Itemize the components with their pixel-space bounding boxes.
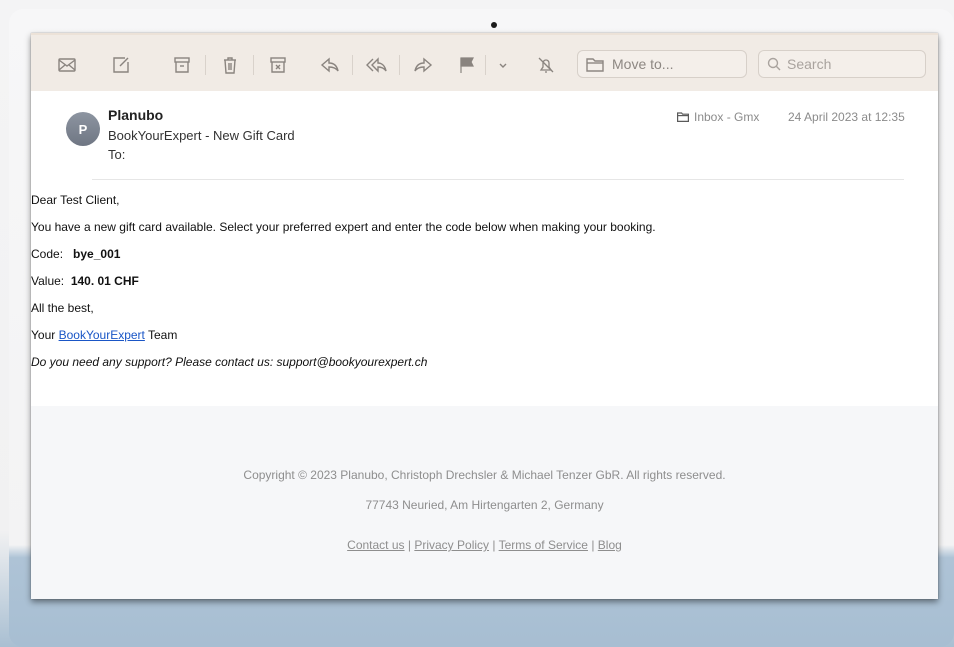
toolbar-separator [205,55,206,75]
brand-link[interactable]: BookYourExpert [59,328,145,342]
mailbox-label[interactable]: Inbox - Gmx [677,110,759,124]
message-date: 24 April 2023 at 12:35 [788,110,905,124]
junk-icon[interactable] [267,54,289,76]
folder-icon [677,112,689,122]
signoff: All the best, [31,301,94,315]
envelope-icon[interactable] [56,54,78,76]
value-label: Value: [31,274,65,288]
sender-name: Planubo [108,107,164,123]
link-separator: | [407,538,411,552]
greeting: Dear Test Client, [31,193,120,207]
toolbar-separator [485,55,486,75]
toolbar-separator [352,55,353,75]
mute-icon[interactable] [535,54,557,76]
header-divider [92,179,904,180]
value-amount: 140. 01 CHF [70,274,139,288]
support-text: Do you need any support? Please contact … [31,355,428,369]
value-line: Value: 140. 01 CHF [31,274,139,288]
reply-all-icon[interactable] [365,54,387,76]
link-separator: | [591,538,595,552]
to-label: To: [108,147,126,162]
toolbar-separator [253,55,254,75]
footer-links: Contact us | Privacy Policy | Terms of S… [31,538,938,552]
move-to-button[interactable]: Move to... [577,50,747,78]
link-separator: | [492,538,496,552]
mail-toolbar: Move to... Search [31,33,938,91]
privacy-link[interactable]: Privacy Policy [414,538,489,552]
message-header: P Planubo BookYourExpert - New Gift Card… [31,91,938,181]
folder-icon [586,58,604,72]
copyright-text: Copyright © 2023 Planubo, Christoph Drec… [243,468,726,482]
search-icon [767,57,781,71]
search-input[interactable]: Search [758,50,926,78]
code-line: Code: bye_001 [31,247,120,261]
mail-window: Move to... Search P Planubo BookYourExpe… [31,33,938,599]
blog-link[interactable]: Blog [598,538,622,552]
email-footer: Copyright © 2023 Planubo, Christoph Drec… [31,406,938,599]
archive-icon[interactable] [171,54,193,76]
trash-icon[interactable] [219,54,241,76]
flag-icon[interactable] [456,54,478,76]
team-line: Your BookYourExpert Team [31,328,177,342]
forward-icon[interactable] [412,54,434,76]
code-label: Code: [31,247,64,261]
chevron-down-icon[interactable] [492,54,514,76]
contact-link[interactable]: Contact us [347,538,404,552]
terms-link[interactable]: Terms of Service [499,538,588,552]
search-placeholder: Search [787,56,832,72]
reply-icon[interactable] [319,54,341,76]
address-text: 77743 Neuried, Am Hirtengarten 2, German… [365,498,604,512]
compose-icon[interactable] [110,54,132,76]
avatar: P [66,112,100,146]
team-suffix: Team [148,328,178,342]
toolbar-separator [399,55,400,75]
mailbox-name: Inbox - Gmx [694,110,760,124]
code-value: bye_001 [73,247,121,261]
intro-text: You have a new gift card available. Sele… [31,220,656,234]
move-to-label: Move to... [612,56,674,72]
message-subject: BookYourExpert - New Gift Card [108,128,295,143]
your-prefix: Your [31,328,56,342]
camera-dot [491,22,497,28]
